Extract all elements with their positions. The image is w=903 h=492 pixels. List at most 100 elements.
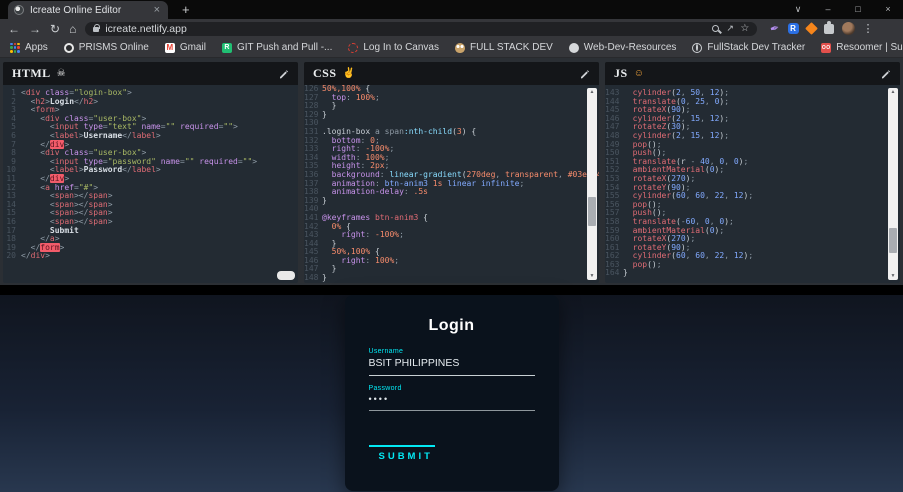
scroll-down-icon[interactable]: ▼ [587,272,597,280]
scroll-up-icon[interactable]: ▲ [888,88,898,96]
code-text: } [322,274,327,283]
code-line: 129} [304,111,587,120]
tab-close-icon[interactable]: × [152,4,162,16]
code-line: 143 right: -100%; [304,231,587,240]
face-icon: ☺ [634,68,644,79]
window-minimize-icon[interactable]: – [813,0,843,19]
edit-pencil-icon[interactable] [278,68,289,79]
html-panel-header: HTML ☠ [3,62,298,85]
bookmark-item-canvas[interactable]: Log In to Canvas [348,42,439,53]
bookmarks-bar: Apps PRISMS Online M Gmail R GIT Push an… [0,38,903,58]
tab-strip: Icreate Online Editor × + ∨ – □ × [0,0,903,19]
line-number: 148 [304,274,322,283]
extensions-row: ✒ R ⋮ [770,22,873,35]
back-icon[interactable]: ← [8,23,20,35]
browser-menu-icon[interactable]: ⋮ [863,22,874,35]
bookmark-item-git[interactable]: R GIT Push and Pull -... [222,42,332,53]
line-number: 20 [3,252,21,261]
bookmark-label: Resoomer | Summa... [836,42,903,53]
bookmark-item-fullstack[interactable]: FULL STACK DEV [455,42,553,53]
address-bar[interactable]: icreate.netlify.app ☆ [85,22,757,36]
bookmark-item-tracker[interactable]: FullStack Dev Tracker [692,42,805,53]
scrollbar-thumb[interactable] [889,228,897,253]
globe-icon [692,43,702,53]
css-panel: CSS ✌ 12650%,100% {127 top: 100%;128 }12… [304,62,599,283]
new-tab-button[interactable]: + [182,2,190,19]
code-line: 146 right: 100%; [304,257,587,266]
panel-title: CSS [313,66,337,81]
skull-icon: ☠ [57,68,66,79]
code-text: pop(); [623,261,662,270]
quill-extension-icon[interactable]: ✒ [769,21,781,36]
extensions-puzzle-icon[interactable] [824,24,834,34]
r-extension-icon[interactable]: R [788,23,799,34]
bookmark-item-webdev[interactable]: Web-Dev-Resources [569,42,677,53]
bookmark-star-icon[interactable]: ☆ [740,23,749,34]
code-line: 163 pop(); [605,261,888,270]
bookmark-label: Gmail [180,42,206,53]
js-panel: JS ☺ 143 cylinder(2, 50, 12);144 transla… [605,62,900,283]
tab-title: Icreate Online Editor [30,5,152,16]
username-label: Username [369,348,535,355]
forward-icon[interactable]: → [29,23,41,35]
bookmark-label: FullStack Dev Tracker [707,42,805,53]
css-scrollbar[interactable]: ▲ ▼ [587,88,597,280]
js-code-area[interactable]: 143 cylinder(2, 50, 12);144 translate(0,… [605,85,900,283]
window-close-icon[interactable]: × [873,0,903,19]
url-text[interactable]: icreate.netlify.app [105,23,706,35]
metamask-extension-icon[interactable] [805,22,818,35]
submit-anim-line [369,445,435,447]
password-field-group: Password •••• [369,385,535,411]
owl-icon [455,43,465,53]
bookmark-label: GIT Push and Pull -... [237,42,332,53]
scrollbar-corner[interactable] [277,271,295,280]
panel-title: JS [614,66,628,81]
code-text: } [322,197,327,206]
html-code-area[interactable]: 1<div class="login-box">2 <h2>Login</h2>… [3,85,298,283]
code-text: } [322,111,327,120]
profile-avatar[interactable] [842,22,855,35]
scroll-down-icon[interactable]: ▼ [888,272,898,280]
password-input[interactable]: •••• [369,394,535,404]
panel-title: HTML [12,66,51,81]
window-controls: ∨ – □ × [783,0,903,19]
window-chevron-icon[interactable]: ∨ [783,0,813,19]
bookmark-item-gmail[interactable]: M Gmail [165,42,206,53]
window-restore-icon[interactable]: □ [843,0,873,19]
username-input[interactable]: BSIT PHILIPPINES [369,357,535,369]
bookmark-item-resoomer[interactable]: OO Resoomer | Summa... [821,42,903,53]
bookmark-label: Web-Dev-Resources [584,42,677,53]
reload-icon[interactable]: ↻ [50,23,60,35]
browser-tab[interactable]: Icreate Online Editor × [8,1,168,19]
edit-pencil-icon[interactable] [579,68,590,79]
share-icon[interactable] [725,24,734,33]
hand-icon: ✌ [343,68,355,79]
code-line: 128 } [304,102,587,111]
submit-button[interactable]: SUBMIT [369,445,435,462]
bookmark-label: Apps [25,42,48,53]
scrollbar-thumb[interactable] [588,197,596,226]
resoomer-icon: OO [821,43,831,53]
code-line: 164} [605,269,888,278]
apps-grid-icon [10,43,20,53]
login-card: Login Username BSIT PHILIPPINES Password… [345,295,559,491]
username-underline [369,375,535,376]
home-icon[interactable]: ⌂ [69,23,76,35]
bookmark-item-prisms[interactable]: PRISMS Online [64,42,149,53]
password-underline [369,410,535,411]
username-field-group: Username BSIT PHILIPPINES [369,348,535,376]
css-code-area[interactable]: 12650%,100% {127 top: 100%;128 }129}1301… [304,85,599,283]
browser-window: Icreate Online Editor × + ∨ – □ × ← → ↻ … [0,0,903,492]
code-line: 139} [304,197,587,206]
code-text: animation-delay: .5s [322,188,428,197]
edit-pencil-icon[interactable] [880,68,891,79]
bookmark-label: FULL STACK DEV [470,42,553,53]
editor-panels: HTML ☠ 1<div class="login-box">2 <h2>Log… [0,58,903,285]
js-scrollbar[interactable]: ▲ ▼ [888,88,898,280]
search-icon[interactable] [712,25,719,32]
bookmark-item-apps[interactable]: Apps [10,42,48,53]
scroll-up-icon[interactable]: ▲ [587,88,597,96]
canvas-ring-icon [348,43,358,53]
git-badge-icon: R [222,43,232,53]
login-heading: Login [369,295,535,335]
